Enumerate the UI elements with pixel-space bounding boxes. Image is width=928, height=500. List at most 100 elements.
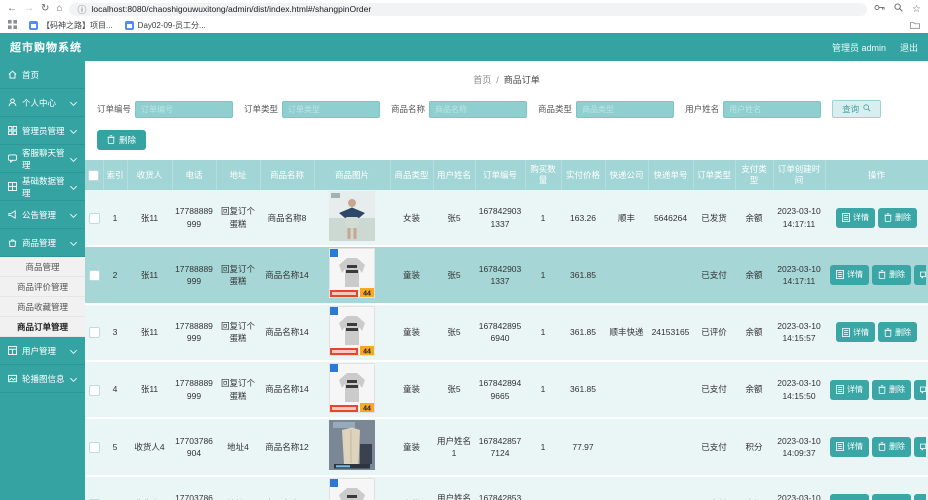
cell-pay_type: 余额 (735, 361, 773, 418)
delete-button[interactable]: 删除 (878, 208, 917, 228)
delete-button[interactable]: 删除 (872, 437, 911, 457)
ship-button[interactable]: 发货 (914, 494, 926, 500)
row-checkbox[interactable] (89, 442, 100, 453)
detail-button[interactable]: 详情 (830, 437, 869, 457)
chevron-down-icon (70, 155, 77, 162)
cell-recipient: 张11 (127, 246, 172, 303)
row-checkbox[interactable] (89, 385, 100, 396)
ship-button[interactable]: 发货 (914, 437, 926, 457)
cell-user_name: 张5 (433, 304, 475, 361)
search-input-2[interactable] (282, 101, 380, 118)
column-header: 电话 (172, 160, 216, 190)
row-checkbox[interactable] (89, 327, 100, 338)
search-button[interactable]: 查询 (832, 100, 881, 118)
detail-button[interactable]: 详情 (830, 265, 869, 285)
sidebar-item-5[interactable]: 基础数据管理 (0, 173, 85, 201)
sweatshirt-product-photo[interactable]: 44 (329, 306, 375, 356)
delete-button[interactable]: 删除 (872, 494, 911, 500)
bookmark-item[interactable]: 【码神之路】项目... (29, 20, 113, 31)
logged-in-user[interactable]: 管理员 admin (832, 41, 886, 54)
detail-button[interactable]: 详情 (836, 322, 875, 342)
sidebar-item-2[interactable]: 个人中心 (0, 89, 85, 117)
home-icon[interactable]: ⌂ (56, 4, 62, 14)
detail-button[interactable]: 详情 (830, 494, 869, 500)
sidebar-item-label: 客服聊天管理 (22, 147, 66, 171)
chat-icon (7, 154, 17, 163)
sweatshirt-product-photo[interactable]: 44 (329, 248, 375, 298)
ship-button[interactable]: 发货 (914, 380, 926, 400)
search-fields-slot: 订单编号订单类型商品名称商品类型用户姓名 (97, 101, 821, 118)
coat-product-photo[interactable] (329, 420, 375, 470)
sidebar-subitem[interactable]: 商品管理 (0, 257, 85, 277)
sidebar-item-1[interactable]: 首页 (0, 61, 85, 89)
forward-icon[interactable]: → (24, 4, 34, 14)
bookmark-star-icon[interactable]: ☆ (912, 4, 921, 15)
search-input-3[interactable] (429, 101, 527, 118)
users-icon (7, 346, 17, 355)
address-bar[interactable]: ⓘ localhost:8080/chaoshigouwuxitong/admi… (69, 3, 867, 16)
search-form: 订单编号订单类型商品名称商品类型用户姓名 查询 (85, 100, 928, 118)
carousel-icon (7, 374, 17, 383)
search-field: 商品名称 (391, 101, 527, 118)
delete-button[interactable]: 删除 (872, 265, 911, 285)
search-input-5[interactable] (723, 101, 821, 118)
cell-product_name: 商品名称8 (260, 190, 314, 246)
row-checkbox[interactable] (89, 213, 100, 224)
sidebar-item-9[interactable]: 轮播图信息 (0, 365, 85, 393)
sidebar-subitem[interactable]: 商品订单管理 (0, 317, 85, 337)
sidebar-subitem[interactable]: 商品评价管理 (0, 277, 85, 297)
sidebar-item-label: 用户管理 (22, 345, 56, 357)
sweatshirt-product-photo[interactable]: 44 (329, 363, 375, 413)
bulk-delete-button[interactable]: 删除 (97, 130, 146, 150)
apps-grid-icon[interactable] (8, 20, 17, 31)
row-checkbox[interactable] (89, 270, 100, 281)
cell-tracking_no (648, 418, 693, 475)
other-bookmarks-folder-icon[interactable] (910, 21, 920, 31)
table-row: 1张1117788889999回复订个蛋糕商品名称8女装张51678429031… (85, 190, 928, 246)
table-header-row: 索引收货人电话地址商品名称商品图片商品类型用户姓名订单编号购买数量实付价格快递公… (85, 160, 928, 190)
search-input-1[interactable] (135, 101, 233, 118)
delete-button[interactable]: 删除 (878, 322, 917, 342)
sidebar-item-7[interactable]: 商品管理 (0, 229, 85, 257)
detail-icon (836, 442, 844, 451)
sidebar-item-4[interactable]: 客服聊天管理 (0, 145, 85, 173)
browser-chrome: ← → ↻ ⌂ ⓘ localhost:8080/chaoshigouwuxit… (0, 0, 928, 33)
delete-button[interactable]: 删除 (872, 380, 911, 400)
sidebar-item-8[interactable]: 用户管理 (0, 337, 85, 365)
search-input-4[interactable] (576, 101, 674, 118)
bookmark-item[interactable]: Day02-09-员工分... (125, 20, 206, 31)
detail-button[interactable]: 详情 (836, 208, 875, 228)
cell-product_name: 商品名称14 (260, 304, 314, 361)
reload-icon[interactable]: ↻ (41, 4, 49, 14)
cell-phone: 17788889999 (172, 361, 216, 418)
search-field-label: 订单编号 (97, 103, 131, 115)
ship-icon (920, 442, 926, 451)
column-header: 操作 (825, 160, 928, 190)
ship-button[interactable]: 发货 (914, 265, 926, 285)
breadcrumb-home[interactable]: 首页 (473, 75, 491, 85)
cell-quantity: 1 (525, 304, 561, 361)
sidebar-subitem[interactable]: 商品收藏管理 (0, 297, 85, 317)
sweatshirt-product-photo[interactable]: 44 (329, 478, 375, 500)
detail-button[interactable]: 详情 (830, 380, 869, 400)
select-all-checkbox[interactable] (88, 170, 99, 181)
sidebar-menu: 首页个人中心管理员管理客服聊天管理基础数据管理公告管理商品管理商品管理商品评价管… (0, 61, 85, 500)
chevron-down-icon (70, 347, 77, 354)
breadcrumb-current: 商品订单 (504, 75, 540, 85)
table-row: 3张1117788889999回复订个蛋糕商品名称1444童装张51678428… (85, 304, 928, 361)
back-icon[interactable]: ← (7, 4, 17, 14)
zoom-icon[interactable] (894, 3, 903, 15)
sidebar-item-3[interactable]: 管理员管理 (0, 117, 85, 145)
page-info-icon[interactable]: ⓘ (77, 3, 86, 16)
password-key-icon[interactable] (874, 3, 885, 15)
cell-index: 2 (103, 246, 127, 303)
cell-courier (605, 361, 648, 418)
cell-created_at: 2023-03-10 14:17:11 (773, 190, 825, 246)
cell-address: 回复订个蛋糕 (216, 361, 260, 418)
woman-beach-product-photo[interactable] (329, 191, 375, 241)
logout-link[interactable]: 退出 (900, 41, 918, 54)
cell-created_at: 2023-03-10 14:15:57 (773, 304, 825, 361)
sidebar-item-6[interactable]: 公告管理 (0, 201, 85, 229)
cell-quantity: 1 (525, 476, 561, 500)
search-field: 商品类型 (538, 101, 674, 118)
